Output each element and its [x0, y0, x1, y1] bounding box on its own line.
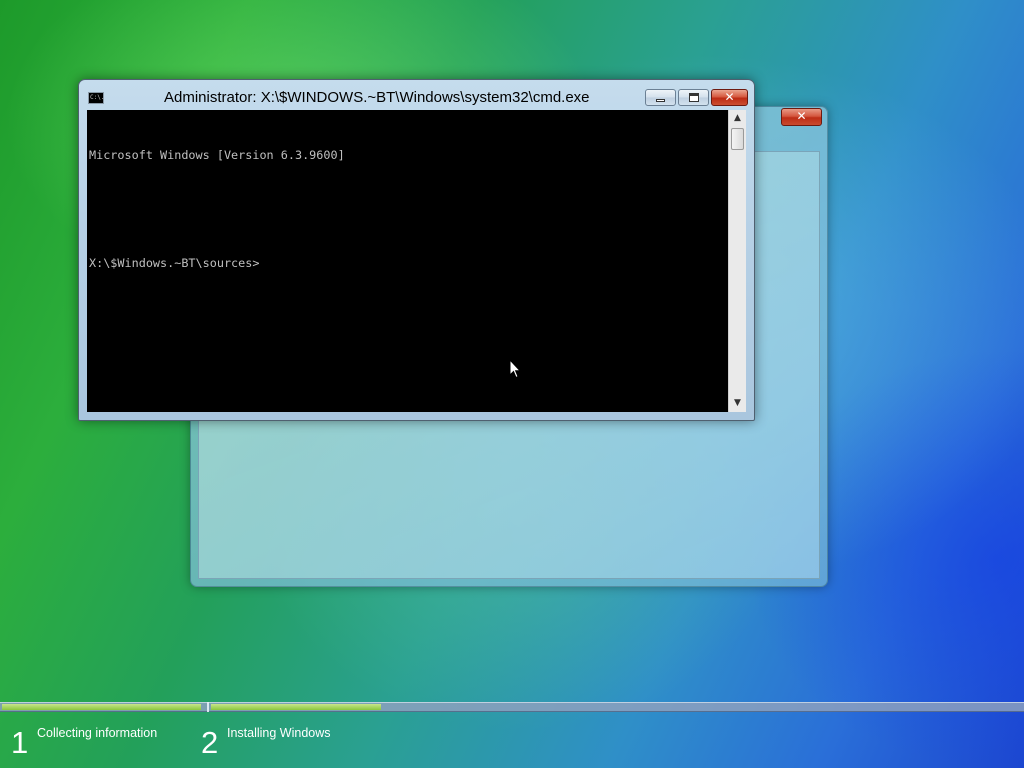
step-label: Installing Windows — [227, 726, 331, 740]
console-prompt: X:\$Windows.~BT\sources> — [89, 256, 260, 270]
step-number: 2 — [201, 725, 219, 760]
close-icon: ✕ — [724, 90, 735, 104]
setup-close-button[interactable]: ✕ — [781, 108, 822, 126]
desktop: { "setup_window": { "close_glyph": "✕" }… — [0, 0, 1024, 768]
close-button[interactable]: ✕ — [711, 89, 748, 106]
minimize-icon — [656, 99, 665, 102]
scroll-up-icon[interactable]: ▲ — [729, 110, 746, 127]
mouse-pointer-icon — [509, 359, 521, 379]
cmd-window: C:\. Administrator: X:\$WINDOWS.~BT\Wind… — [78, 79, 755, 421]
close-icon: ✕ — [796, 109, 807, 123]
maximize-button[interactable] — [678, 89, 709, 106]
cmd-titlebar[interactable]: C:\. Administrator: X:\$WINDOWS.~BT\Wind… — [79, 80, 754, 110]
scroll-down-icon[interactable]: ▼ — [729, 395, 746, 412]
setup-progress-bar — [0, 702, 1024, 712]
step-number: 1 — [11, 725, 29, 760]
vertical-scrollbar[interactable]: ▲ ▼ — [728, 110, 746, 412]
minimize-button[interactable] — [645, 89, 676, 106]
progress-divider — [207, 702, 209, 712]
scrollbar-thumb[interactable] — [731, 128, 744, 150]
maximize-icon — [689, 93, 699, 102]
console-line: Microsoft Windows [Version 6.3.9600] — [89, 148, 345, 162]
cmd-app-icon[interactable]: C:\. — [88, 92, 104, 104]
progress-segment-collecting — [2, 704, 201, 710]
progress-segment-installing — [211, 704, 381, 710]
step-label: Collecting information — [37, 726, 158, 740]
console-output[interactable]: Microsoft Windows [Version 6.3.9600] X:\… — [87, 110, 728, 412]
cmd-icon-text: C:\. — [90, 94, 105, 101]
window-title: Administrator: X:\$WINDOWS.~BT\Windows\s… — [164, 89, 590, 106]
